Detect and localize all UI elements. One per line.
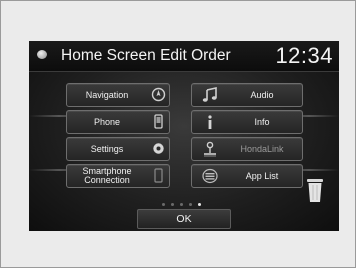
tile-navigation[interactable]: Navigation: [66, 83, 170, 107]
tile-label-line2: Connection: [84, 175, 130, 185]
page-dot: [189, 203, 192, 206]
home-icon[interactable]: [37, 50, 47, 59]
trash-icon[interactable]: [305, 177, 325, 203]
tile-label: HondaLink: [240, 143, 284, 154]
tile-hondalink[interactable]: HondaLink: [191, 137, 303, 161]
display-screen: Home Screen Edit Order 12:34 Navigation …: [29, 41, 339, 231]
tile-phone[interactable]: Phone: [66, 110, 170, 134]
tile-info[interactable]: Info: [191, 110, 303, 134]
tile-label: Smartphone Connection: [67, 165, 147, 187]
page-dot: [180, 203, 183, 206]
tile-label: Navigation: [85, 89, 129, 100]
navigation-icon: [151, 87, 166, 102]
app-list-icon: [202, 168, 218, 184]
title-bar: Home Screen Edit Order 12:34: [29, 41, 339, 72]
tile-label: Audio: [250, 89, 274, 100]
tile-audio[interactable]: Audio: [191, 83, 303, 107]
ok-button[interactable]: OK: [137, 209, 231, 229]
phone-icon: [154, 114, 163, 129]
page-dot: [171, 203, 174, 206]
tile-smartphone-connection[interactable]: Smartphone Connection: [66, 164, 170, 188]
tile-app-list[interactable]: App List: [191, 164, 303, 188]
music-note-icon: [202, 87, 217, 102]
page-dot-active: [198, 203, 201, 206]
screen-title: Home Screen Edit Order: [61, 47, 231, 64]
page-dot: [162, 203, 165, 206]
smartphone-icon: [154, 168, 163, 183]
info-icon: [208, 115, 212, 129]
tile-label: Info: [254, 116, 270, 127]
settings-icon: [153, 143, 164, 154]
tile-settings[interactable]: Settings: [66, 137, 170, 161]
hondalink-icon: [204, 141, 216, 157]
tile-label: Settings: [90, 143, 124, 154]
clock: 12:34: [275, 43, 333, 68]
tile-label: App List: [245, 170, 279, 181]
tile-label: Phone: [93, 116, 121, 127]
page-frame: Home Screen Edit Order 12:34 Navigation …: [0, 0, 356, 268]
